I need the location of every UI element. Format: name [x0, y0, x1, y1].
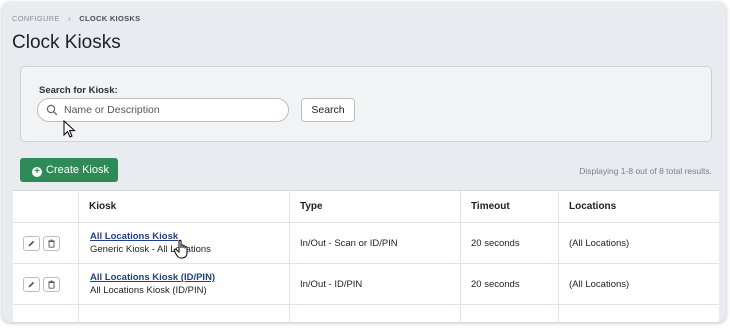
- column-header-timeout[interactable]: Timeout: [461, 191, 559, 222]
- search-button[interactable]: Search: [301, 98, 355, 122]
- kiosk-description: All Locations Kiosk (ID/PIN): [90, 285, 207, 296]
- results-count: Displaying 1-8 out of 8 total results.: [579, 166, 712, 176]
- table-row: All Locations Kiosk (ID/PIN) All Locatio…: [13, 264, 719, 305]
- kiosk-name-link[interactable]: All Locations Kiosk: [90, 231, 178, 242]
- type-cell: In/Out - Scan or ID/PIN: [290, 223, 461, 263]
- locations-cell: (All Locations): [569, 238, 630, 249]
- search-label: Search for Kiosk:: [39, 85, 118, 96]
- row-actions: [13, 223, 79, 263]
- arrow-cursor-icon: [63, 120, 76, 138]
- pencil-icon: [28, 281, 35, 288]
- search-icon: [46, 104, 58, 116]
- kiosk-table: Kiosk Type Timeout Locations All Locatio…: [13, 190, 719, 322]
- hand-cursor-icon: [173, 239, 188, 259]
- kiosk-cell: All Locations Kiosk (ID/PIN) All Locatio…: [79, 264, 290, 304]
- table-row: All Locations Kiosk Generic Kiosk - All …: [13, 223, 719, 264]
- edit-button[interactable]: [23, 277, 40, 292]
- search-input[interactable]: [64, 102, 279, 118]
- breadcrumb-configure[interactable]: CONFIGURE: [12, 14, 60, 23]
- table-header: Kiosk Type Timeout Locations: [13, 191, 719, 223]
- kiosk-description: Generic Kiosk - All Locations: [90, 244, 211, 255]
- create-kiosk-label: Create Kiosk: [46, 164, 109, 176]
- column-header-actions: [13, 191, 79, 222]
- edit-button[interactable]: [23, 236, 40, 251]
- delete-button[interactable]: [43, 277, 60, 292]
- column-header-locations[interactable]: Locations: [559, 191, 719, 222]
- locations-cell: (All Locations): [569, 279, 630, 290]
- column-header-type[interactable]: Type: [290, 191, 461, 222]
- create-kiosk-button[interactable]: + Create Kiosk: [20, 158, 118, 182]
- search-panel: Search for Kiosk: Search: [20, 66, 712, 142]
- page-title: Clock Kiosks: [12, 32, 121, 53]
- trash-icon: [48, 280, 55, 289]
- timeout-cell: 20 seconds: [461, 223, 559, 263]
- breadcrumb-current: CLOCK KIOSKS: [79, 14, 141, 23]
- trash-icon: [48, 239, 55, 248]
- app-window: CONFIGURE › CLOCK KIOSKS Clock Kiosks Se…: [2, 2, 726, 322]
- plus-circle-icon: +: [32, 167, 42, 177]
- row-actions: [13, 264, 79, 304]
- timeout-cell: 20 seconds: [461, 264, 559, 304]
- breadcrumb-separator: ›: [68, 14, 71, 23]
- search-field[interactable]: [37, 98, 289, 122]
- table-row-partial: [13, 305, 719, 322]
- breadcrumb: CONFIGURE › CLOCK KIOSKS: [12, 14, 140, 23]
- pencil-icon: [28, 240, 35, 247]
- delete-button[interactable]: [43, 236, 60, 251]
- kiosk-name-link[interactable]: All Locations Kiosk (ID/PIN): [90, 272, 215, 283]
- column-header-kiosk[interactable]: Kiosk: [79, 191, 290, 222]
- type-cell: In/Out - ID/PIN: [290, 264, 461, 304]
